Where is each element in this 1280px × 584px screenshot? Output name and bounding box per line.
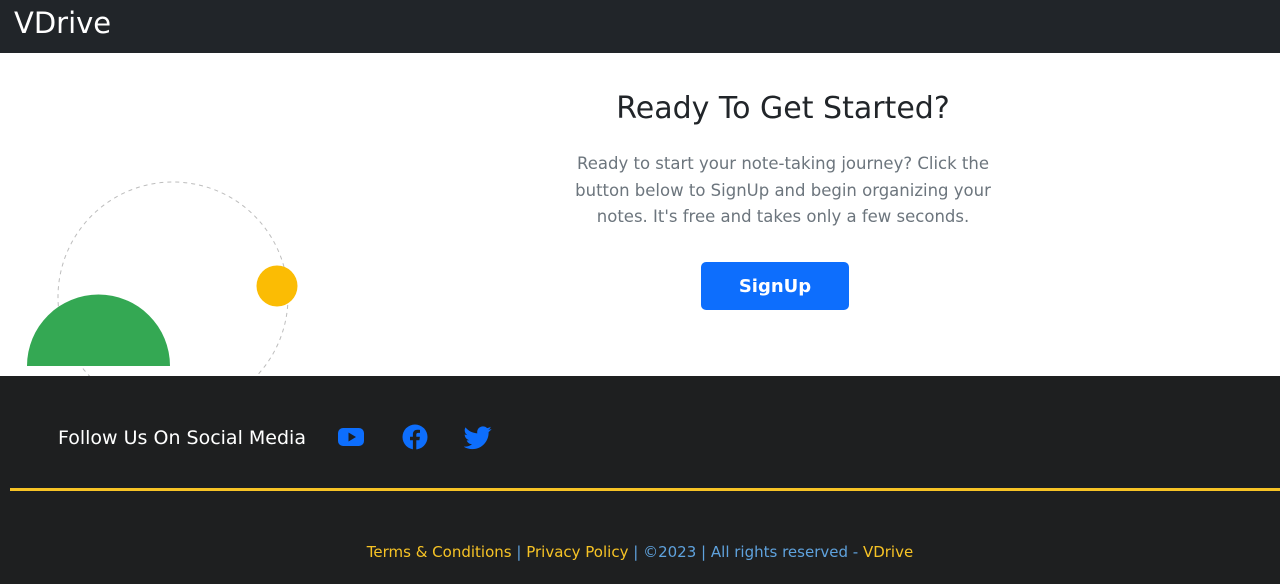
social-media-label: Follow Us On Social Media xyxy=(58,427,306,449)
cta-description: Ready to start your note-taking journey?… xyxy=(575,154,991,226)
rights-text: All rights reserved - xyxy=(710,543,859,561)
brand-logo[interactable]: VDrive xyxy=(14,4,111,42)
decorative-illustration xyxy=(27,181,298,376)
signup-button[interactable]: SignUp xyxy=(701,262,849,310)
terms-link[interactable]: Terms & Conditions xyxy=(367,543,512,561)
footer-links: Terms & Conditions | Privacy Policy | ©2… xyxy=(0,541,1280,563)
link-separator: | xyxy=(516,543,522,561)
cta-title: Ready To Get Started? xyxy=(616,91,950,126)
link-separator: | xyxy=(633,543,639,561)
cta-section: Ready To Get Started? Ready to start you… xyxy=(0,53,1280,376)
twitter-icon[interactable] xyxy=(464,423,492,451)
copyright-text: ©2023 xyxy=(643,543,697,561)
privacy-link[interactable]: Privacy Policy xyxy=(526,543,628,561)
facebook-icon[interactable] xyxy=(401,423,429,451)
yellow-dot-shape xyxy=(256,265,298,307)
footer-brand-link[interactable]: VDrive xyxy=(863,543,913,561)
navbar: VDrive xyxy=(0,0,1280,53)
link-separator: | xyxy=(701,543,707,561)
youtube-icon[interactable] xyxy=(337,423,365,451)
footer-divider xyxy=(10,488,1280,491)
green-semicircle-shape xyxy=(27,294,170,366)
footer: Follow Us On Social Media Terms & Condit… xyxy=(0,376,1280,584)
